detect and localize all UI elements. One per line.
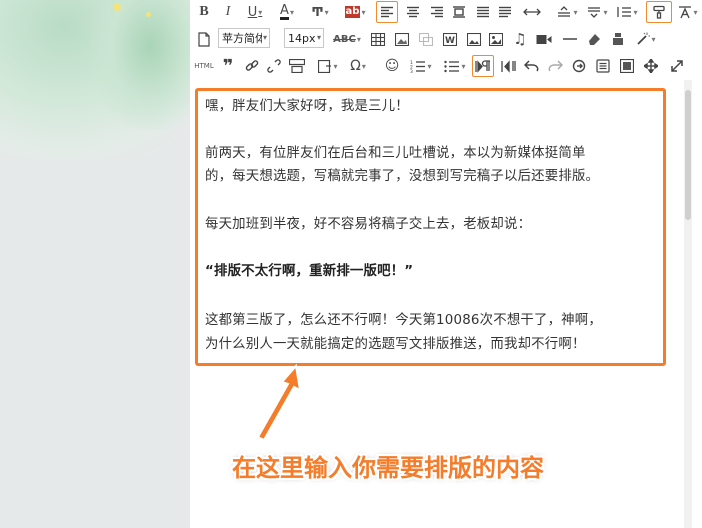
line-height-icon[interactable]: ▾ [614, 1, 640, 23]
quote-glyph: ❞ [222, 55, 234, 77]
horizontal-rule-icon[interactable] [562, 28, 578, 50]
unlink-icon[interactable] [266, 55, 282, 77]
text-direction-ltr-icon[interactable] [472, 55, 494, 77]
html-label: HTML [194, 62, 214, 70]
insert-block-icon[interactable]: ▾ [316, 55, 340, 77]
decorative-background [0, 0, 190, 528]
toolbar-row-1: B I U ▾ A ▾ Ͳ ▾ ab ▾ ▾ ▾ ▾ ▾ [190, 0, 702, 24]
special-char-icon[interactable]: Ω ▾ [346, 55, 370, 77]
paragraph-greeting[interactable]: 嘿，胖友们大家好呀，我是三儿！ [205, 95, 665, 118]
justify-all-icon[interactable] [496, 1, 514, 23]
ordered-list-icon[interactable]: 1 2 3 ▾ [408, 55, 434, 77]
annotation-arrow-icon [256, 363, 302, 442]
paragraph-spacing-bottom-icon[interactable]: ▾ [584, 1, 610, 23]
decorative-dot [113, 3, 121, 11]
text-direction-rtl-icon[interactable] [500, 55, 518, 77]
search-replace-icon[interactable] [570, 55, 588, 77]
underline-icon[interactable]: U ▾ [244, 1, 266, 23]
paste-text-icon[interactable] [594, 55, 612, 77]
table-icon[interactable] [370, 28, 386, 50]
paragraph-line[interactable]: 为什么别人一天就能搞定的选题写文排版推送，而我却不行啊！ [205, 333, 665, 356]
background-color-icon[interactable]: ab ▾ [342, 1, 368, 23]
new-document-icon[interactable] [196, 28, 212, 50]
move-icon[interactable] [642, 55, 660, 77]
chevron-down-icon: ▾ [316, 33, 321, 42]
eraser-icon[interactable] [586, 28, 602, 50]
decorative-dot [146, 12, 151, 17]
magic-wand-icon[interactable]: ▾ [634, 28, 658, 50]
image-icon[interactable] [394, 28, 410, 50]
redo-icon[interactable] [546, 55, 564, 77]
toolbar-row-2: 苹方简体 ▾ 14px ▾ ABC ▾ W ♫ ▾ [190, 27, 702, 51]
clear-format-icon[interactable] [610, 28, 626, 50]
paragraph-line[interactable]: 这都第三版了，怎么还不行啊！今天第10086次不想干了，神啊， [205, 309, 665, 332]
align-left-icon[interactable] [376, 1, 398, 23]
align-center-icon[interactable] [404, 1, 422, 23]
annotation-callout: 在这里输入你需要排版的内容 [232, 454, 544, 482]
fullscreen-icon[interactable] [668, 55, 686, 77]
italic-icon[interactable]: I [220, 1, 236, 23]
chevron-down-icon: ▾ [262, 33, 267, 42]
strikethrough-icon[interactable]: ABC ▾ [332, 28, 362, 50]
word-import-icon[interactable]: W [442, 28, 458, 50]
justify-icon[interactable] [474, 1, 492, 23]
video-icon[interactable] [534, 28, 554, 50]
scrollbar-thumb[interactable] [685, 90, 691, 220]
font-color-icon[interactable]: A ▾ [276, 1, 298, 23]
undo-icon[interactable] [522, 55, 540, 77]
blockquote-icon[interactable]: ❞ [220, 55, 236, 77]
paragraph-line[interactable]: 前两天，有位胖友们在后台和三儿吐槽说，本以为新媒体挺简单 [205, 142, 665, 165]
editor-toolbar: B I U ▾ A ▾ Ͳ ▾ ab ▾ ▾ ▾ ▾ ▾ 苹方简体 ▾ 14px… [190, 0, 702, 80]
gallery-icon[interactable] [488, 28, 504, 50]
align-top-icon[interactable] [450, 1, 468, 23]
font-family-select[interactable]: 苹方简体 ▾ [218, 28, 270, 48]
insert-card-icon[interactable] [288, 55, 306, 77]
paragraph-line[interactable]: 每天加班到半夜，好不容易将稿子交上去，老板却说： [205, 213, 665, 236]
template-icon[interactable] [418, 28, 434, 50]
watercolor-wash-2 [90, 0, 190, 130]
music-icon[interactable]: ♫ [512, 28, 528, 50]
font-style-icon[interactable]: Ͳ ▾ [308, 1, 332, 23]
bold-icon[interactable]: B [196, 1, 212, 23]
paragraph-line[interactable]: 的，每天想选题，写稿就完事了，没想到写完稿子以后还要排版。 [205, 165, 665, 188]
html-source-button[interactable]: HTML [194, 55, 214, 77]
toolbar-row-3: HTML ❞ ▾ Ω ▾ ☺ 1 2 3 ▾ ▾ [190, 54, 702, 78]
scrollbar[interactable] [684, 80, 692, 528]
font-size-select[interactable]: 14px ▾ [284, 28, 324, 48]
align-right-icon[interactable] [428, 1, 446, 23]
unordered-list-icon[interactable]: ▾ [442, 55, 468, 77]
font-size-value: 14px [288, 31, 316, 45]
paragraph-quote-bold[interactable]: “排版不太行啊，重新排一版吧！” [205, 260, 665, 283]
indent-icon[interactable] [520, 1, 544, 23]
paragraph-spacing-top-icon[interactable]: ▾ [554, 1, 580, 23]
svg-text:W: W [445, 36, 455, 46]
insert-image-icon[interactable] [466, 28, 482, 50]
preview-icon[interactable] [618, 55, 636, 77]
emoji-icon[interactable]: ☺ [384, 55, 400, 77]
font-case-icon[interactable]: ▾ [676, 1, 700, 23]
font-family-value: 苹方简体 [222, 32, 262, 45]
svg-text:3: 3 [410, 69, 413, 73]
format-painter-icon[interactable] [646, 1, 672, 23]
link-icon[interactable] [244, 55, 260, 77]
